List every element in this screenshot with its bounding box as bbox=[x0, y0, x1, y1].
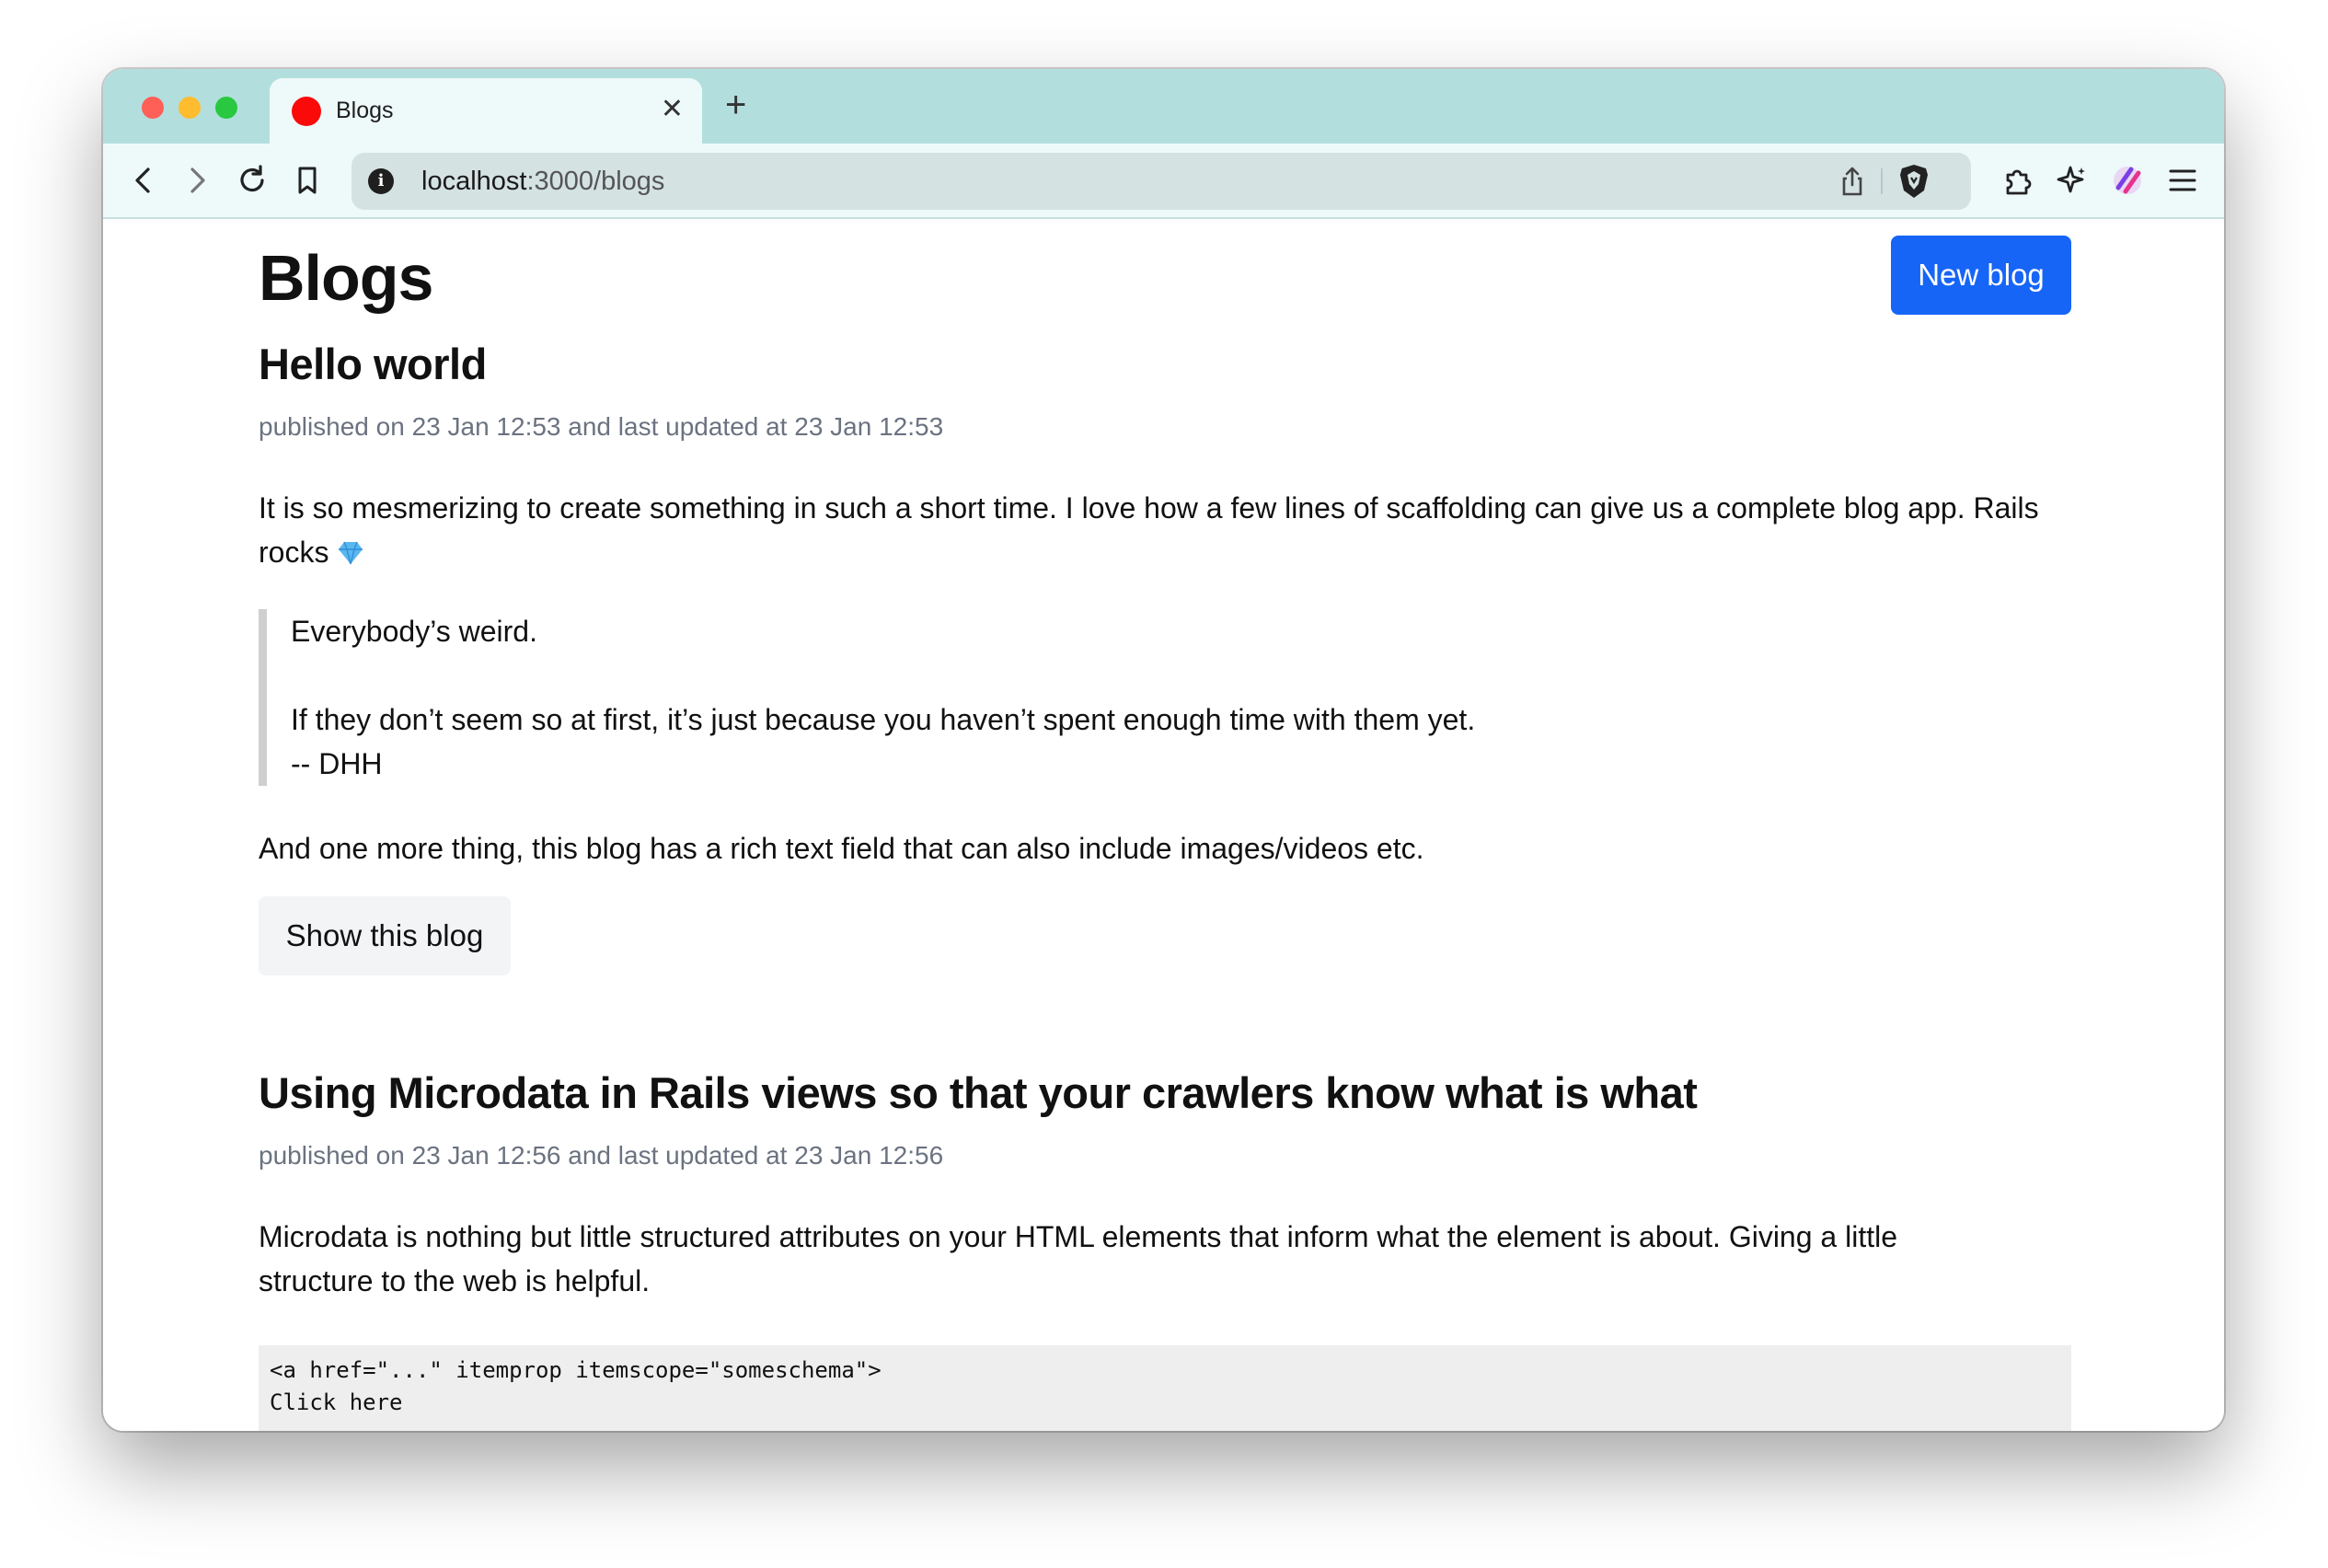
post-paragraph: And one more thing, this blog has a rich… bbox=[259, 832, 1424, 865]
minimize-window-button[interactable] bbox=[179, 97, 201, 119]
blockquote: Everybody’s weird. If they don’t seem so… bbox=[259, 609, 2071, 786]
post-title: Using Microdata in Rails views so that y… bbox=[259, 1068, 1698, 1117]
quote-attribution: -- DHH bbox=[291, 747, 383, 780]
brave-shields-icon[interactable] bbox=[1896, 162, 1932, 201]
page-content: Blogs New blog Hello world published on … bbox=[103, 219, 2224, 1431]
extensions-icon[interactable] bbox=[1997, 160, 2037, 201]
post-body: It is so mesmerizing to create something… bbox=[259, 486, 2071, 870]
favicon-icon bbox=[292, 97, 321, 126]
address-bar[interactable]: i localhost:3000/blogs bbox=[352, 153, 1971, 210]
share-icon[interactable] bbox=[1835, 164, 1870, 199]
maximize-window-button[interactable] bbox=[215, 97, 237, 119]
show-blog-button[interactable]: Show this blog bbox=[259, 896, 511, 975]
post-body: Microdata is nothing but little structur… bbox=[259, 1215, 2071, 1431]
post-paragraph: It is so mesmerizing to create something… bbox=[259, 486, 2071, 578]
reload-icon[interactable] bbox=[232, 160, 272, 201]
back-icon[interactable] bbox=[123, 160, 164, 201]
leo-ai-icon[interactable] bbox=[2052, 160, 2092, 201]
bookmark-icon[interactable] bbox=[287, 160, 328, 201]
post-paragraph: Microdata is nothing but little structur… bbox=[259, 1220, 1897, 1297]
quote-line: Everybody’s weird. bbox=[291, 615, 537, 648]
gem-icon bbox=[337, 534, 364, 578]
code-block: <a href="..." itemprop itemscope="somesc… bbox=[259, 1345, 2071, 1431]
post-title: Hello world bbox=[259, 340, 487, 388]
blog-post: Hello world published on 23 Jan 12:53 an… bbox=[259, 339, 2071, 983]
menu-icon[interactable] bbox=[2162, 160, 2203, 201]
address-url[interactable]: localhost:3000/blogs bbox=[421, 167, 664, 197]
page-title: Blogs bbox=[259, 242, 433, 314]
forward-icon[interactable] bbox=[177, 160, 217, 201]
quote-line: If they don’t seem so at first, it’s jus… bbox=[291, 703, 1476, 736]
title-bar: Blogs ✕ + bbox=[103, 69, 2224, 144]
extension-brand-icon[interactable] bbox=[2107, 160, 2148, 201]
close-tab-icon[interactable]: ✕ bbox=[661, 93, 684, 126]
browser-window: Blogs ✕ + i localhost:3000/blogs Blogs N… bbox=[103, 69, 2224, 1431]
browser-tab[interactable]: Blogs ✕ bbox=[270, 78, 702, 144]
browser-toolbar: i localhost:3000/blogs bbox=[103, 144, 2224, 219]
close-window-button[interactable] bbox=[142, 97, 164, 119]
new-tab-button[interactable]: + bbox=[725, 82, 746, 128]
tab-title: Blogs bbox=[336, 98, 394, 123]
site-info-icon[interactable]: i bbox=[368, 168, 394, 194]
post-meta: published on 23 Jan 12:53 and last updat… bbox=[259, 412, 944, 441]
blog-post: Using Microdata in Rails views so that y… bbox=[259, 1067, 2071, 1431]
new-blog-button[interactable]: New blog bbox=[1891, 236, 2071, 315]
divider bbox=[1881, 168, 1883, 194]
post-meta: published on 23 Jan 12:56 and last updat… bbox=[259, 1141, 944, 1170]
